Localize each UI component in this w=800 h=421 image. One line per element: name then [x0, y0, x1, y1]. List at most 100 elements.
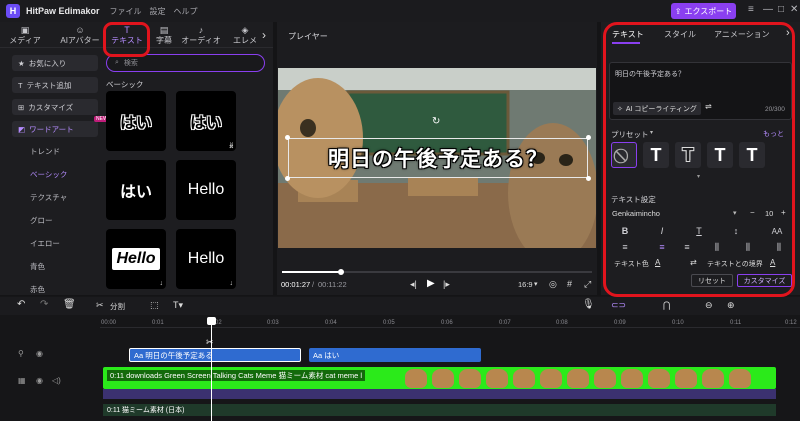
preset-none[interactable]: ⃠ — [611, 142, 637, 168]
video-preview[interactable]: 明日の午後予定ある？ ↻ — [278, 68, 596, 248]
grid-icon[interactable]: # — [567, 279, 572, 289]
align-middle-icon[interactable]: ⫼ — [737, 240, 759, 254]
font-size-decrease[interactable]: − — [750, 208, 755, 217]
scissors-icon[interactable]: ✂ — [206, 337, 214, 348]
play-icon[interactable]: ▶ — [427, 278, 435, 289]
text-template-icon[interactable]: T▾ — [173, 300, 183, 311]
playhead-handle[interactable] — [207, 317, 216, 325]
audio-clip[interactable]: 0:11 猫ミーム素材 (日本) — [103, 404, 776, 416]
tab-text[interactable]: T テキスト — [106, 25, 148, 47]
tab-animation[interactable]: アニメーション — [714, 29, 770, 40]
sidebar-item-customize[interactable]: ⊞ カスタマイズ — [12, 99, 98, 115]
ai-tools-icon[interactable]: ⊂⊃ — [611, 300, 626, 311]
menu-settings[interactable]: 設定 — [150, 6, 166, 17]
sidebar-sub-yellow[interactable]: イエロー — [30, 238, 60, 249]
visibility-icon[interactable]: ◉ — [36, 349, 43, 358]
split-icon[interactable]: ✂ — [96, 300, 104, 311]
resize-handle[interactable] — [586, 176, 591, 181]
split-label[interactable]: 分割 — [110, 301, 125, 312]
menu-file[interactable]: ファイル — [110, 6, 142, 17]
align-top-icon[interactable]: ⫼ — [706, 240, 728, 254]
playhead[interactable] — [211, 320, 212, 421]
close-icon[interactable]: ✕ — [790, 4, 798, 15]
download-icon[interactable]: ↓ — [230, 280, 234, 287]
zoom-in-icon[interactable]: ⊕ — [727, 300, 735, 311]
sidebar-sub-blue[interactable]: 青色 — [30, 261, 45, 272]
align-left-icon[interactable]: ≡ — [614, 240, 636, 254]
microphone-icon[interactable]: 🎙 — [582, 299, 595, 310]
sidebar-sub-basic[interactable]: ベーシック — [30, 169, 67, 180]
chevron-down-icon[interactable]: ▾ — [650, 129, 653, 136]
volume-icon[interactable]: ◁) — [52, 376, 61, 385]
text-clip[interactable]: Aa はい — [309, 348, 481, 362]
preset-item[interactable]: T — [739, 142, 765, 168]
menu-icon[interactable]: ≡ — [748, 4, 754, 15]
align-center-icon[interactable]: ≡ — [651, 240, 673, 254]
text-overlay[interactable]: 明日の午後予定ある？ — [288, 138, 588, 178]
resize-handle[interactable] — [285, 176, 290, 181]
undo-icon[interactable]: ↶ — [17, 299, 25, 310]
text-template-card[interactable]: Hello ↓ — [106, 229, 166, 289]
minimize-icon[interactable]: — — [763, 4, 773, 15]
font-select[interactable]: Genkaiminchо — [612, 209, 660, 218]
preset-item[interactable]: T — [675, 142, 701, 168]
next-frame-icon[interactable]: |▸ — [443, 279, 450, 290]
redo-icon[interactable]: ↷ — [40, 299, 48, 310]
text-clip[interactable]: Aa 明日の午後予定ある — [129, 348, 301, 362]
resize-handle[interactable] — [586, 135, 591, 140]
sticker-icon[interactable]: ⬚ — [150, 300, 159, 311]
tab-text-settings[interactable]: テキスト — [612, 29, 644, 40]
chevron-right-icon[interactable]: › — [262, 28, 266, 42]
font-size-value[interactable]: 10 — [765, 209, 773, 218]
magnet-icon[interactable]: ⋂ — [663, 300, 670, 311]
menu-help[interactable]: ヘルプ — [174, 6, 198, 17]
sidebar-sub-texture[interactable]: テクスチャ — [30, 192, 67, 203]
font-size-increase[interactable]: + — [781, 208, 786, 217]
more-presets-link[interactable]: もっと — [763, 129, 784, 139]
swap-icon[interactable]: ⇄ — [690, 258, 697, 267]
preset-item[interactable]: T — [707, 142, 733, 168]
border-color-icon[interactable]: A — [770, 258, 775, 267]
resize-handle[interactable] — [285, 135, 290, 140]
align-right-icon[interactable]: ≡ — [676, 240, 698, 254]
text-template-card[interactable]: Hello ↓ — [176, 229, 236, 289]
preset-item[interactable]: T — [643, 142, 669, 168]
tab-style[interactable]: スタイル — [664, 29, 696, 40]
sidebar-item-add-text[interactable]: T テキスト追加 — [12, 77, 98, 93]
fullscreen-icon[interactable]: ⤢ — [584, 279, 591, 290]
text-template-card[interactable]: はい — [106, 91, 166, 151]
tab-media[interactable]: ▣ メディア — [4, 25, 46, 47]
sidebar-item-favorites[interactable]: ★ お気に入り — [12, 55, 98, 71]
tab-element[interactable]: ◈ エレメ — [228, 25, 262, 47]
download-icon[interactable]: ↓ — [160, 280, 164, 287]
chevron-down-icon[interactable]: ▾ — [697, 173, 700, 180]
sidebar-item-wordart[interactable]: ◩ ワードアート NEW — [12, 116, 110, 137]
ai-copywriting-button[interactable]: ✧ AI コピーライティング — [613, 102, 701, 115]
download-icon[interactable]: ↓ — [230, 142, 234, 149]
uppercase-icon[interactable]: AA — [766, 224, 788, 238]
tab-ai-avatar[interactable]: ☺ AIアバター — [55, 25, 105, 47]
delete-icon[interactable]: 🗑 — [63, 299, 76, 310]
visibility-icon[interactable]: ◉ — [36, 376, 43, 385]
tab-audio[interactable]: ♪ オーディオ — [180, 25, 222, 47]
align-bottom-icon[interactable]: ⫼ — [768, 240, 790, 254]
line-height-icon[interactable]: ↕ — [725, 224, 747, 238]
customize-button[interactable]: カスタマイズ — [737, 274, 792, 287]
aspect-ratio-select[interactable]: 16:9 — [518, 280, 533, 289]
zoom-out-icon[interactable]: ⊖ — [705, 300, 713, 311]
export-button[interactable]: ⇪ エクスポート — [671, 3, 736, 19]
italic-icon[interactable]: I — [651, 224, 673, 238]
sidebar-sub-trend[interactable]: トレンド — [30, 146, 60, 157]
text-template-card[interactable]: はい ↓ — [176, 91, 236, 151]
reset-button[interactable]: リセット — [691, 274, 733, 287]
format-icon[interactable]: ⇌ — [705, 102, 712, 111]
prev-frame-icon[interactable]: ◂| — [410, 279, 417, 290]
player-progress-knob[interactable] — [337, 269, 344, 275]
sidebar-sub-red[interactable]: 赤色 — [30, 284, 45, 295]
tab-subtitle[interactable]: ▤ 字幕 — [148, 25, 180, 47]
bold-icon[interactable]: B — [614, 224, 636, 238]
player-progress-track[interactable] — [282, 269, 592, 275]
maximize-icon[interactable]: □ — [778, 4, 784, 15]
rotate-icon[interactable]: ↻ — [432, 116, 440, 127]
chevron-right-icon[interactable]: › — [786, 27, 790, 39]
